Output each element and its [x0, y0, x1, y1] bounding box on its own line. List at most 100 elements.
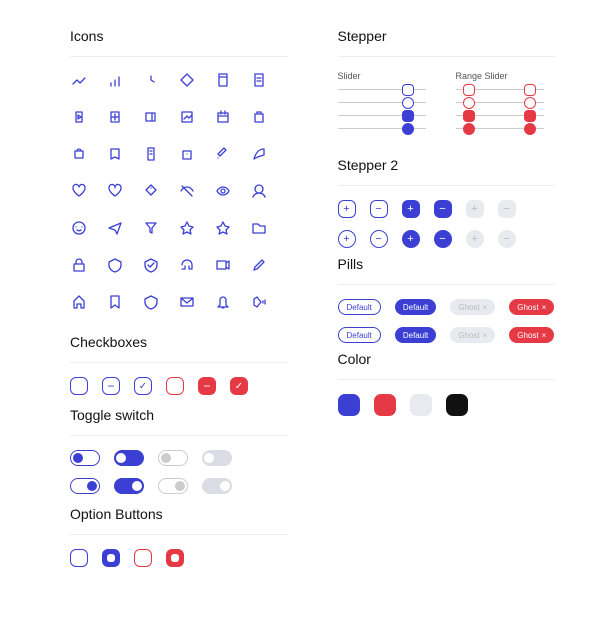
leaf-icon	[250, 145, 272, 168]
icon-grid	[70, 71, 288, 316]
star-outline-icon	[214, 219, 236, 242]
home-icon	[70, 293, 92, 316]
swatch-blue[interactable]	[338, 394, 360, 416]
slider-group: Slider Range Slider	[338, 71, 556, 141]
range-fill-red[interactable]	[456, 115, 544, 116]
note-icon	[250, 71, 272, 94]
pills-title: Pills	[338, 256, 556, 272]
pill-ghost-red[interactable]: Ghost×	[509, 299, 554, 315]
step-minus-disabled-round: −	[498, 230, 516, 248]
step-minus-fill-round[interactable]: −	[434, 230, 452, 248]
stepper-row-2: + − + − + −	[338, 230, 556, 248]
send-icon	[106, 219, 128, 242]
checkbox-row	[70, 377, 288, 395]
toggle-disabled-off[interactable]	[158, 450, 188, 466]
step-minus-fill[interactable]: −	[434, 200, 452, 218]
slider-outline-blue[interactable]	[338, 89, 426, 90]
step-plus-disabled-round: +	[466, 230, 484, 248]
mail-icon	[178, 293, 200, 316]
pill-ghost-disabled-2[interactable]: Ghost×	[450, 327, 495, 343]
play-icon	[70, 108, 92, 131]
pill-fill-2[interactable]: Default	[395, 327, 436, 343]
lock-icon	[70, 256, 92, 279]
checkbox-empty[interactable]	[70, 377, 88, 395]
trash-icon	[106, 145, 128, 168]
favorite-icon	[106, 182, 128, 205]
pill-ghost-disabled[interactable]: Ghost×	[450, 299, 495, 315]
toggle-ghost-on[interactable]	[202, 478, 232, 494]
step-minus-disabled: −	[498, 200, 516, 218]
wallet-icon	[142, 108, 164, 131]
slider-outline-blue-2[interactable]	[338, 102, 426, 103]
folder-icon	[250, 219, 272, 242]
image-icon	[178, 108, 200, 131]
swatch-black[interactable]	[446, 394, 468, 416]
diamond-icon	[142, 182, 164, 205]
checkbox-error[interactable]	[166, 377, 184, 395]
divider	[70, 362, 288, 363]
range-slider-label: Range Slider	[456, 71, 544, 81]
step-minus-outline-round[interactable]: −	[370, 230, 388, 248]
checkbox-error-checked[interactable]	[230, 377, 248, 395]
stepper-row-1: + − + − + −	[338, 200, 556, 218]
toggle-fill-on[interactable]	[114, 478, 144, 494]
step-minus-outline[interactable]: −	[370, 200, 388, 218]
checkbox-error-indeterminate[interactable]	[198, 377, 216, 395]
headphones-icon	[178, 256, 200, 279]
color-title: Color	[338, 351, 556, 367]
plus-square-icon	[106, 108, 128, 131]
user-icon	[250, 182, 272, 205]
slider-label: Slider	[338, 71, 426, 81]
calendar-icon	[214, 108, 236, 131]
option-unchecked[interactable]	[70, 549, 88, 567]
checkbox-checked[interactable]	[134, 377, 152, 395]
option-title: Option Buttons	[70, 506, 288, 522]
divider	[338, 56, 556, 57]
range-outline-red[interactable]	[456, 89, 544, 90]
bag-plus-icon	[178, 145, 200, 168]
document-icon	[214, 71, 236, 94]
divider	[338, 185, 556, 186]
shield-outline-icon	[142, 293, 164, 316]
edit-icon	[250, 256, 272, 279]
chart-bar-icon	[106, 71, 128, 94]
step-plus-outline-round[interactable]: +	[338, 230, 356, 248]
swatch-red[interactable]	[374, 394, 396, 416]
toggle-outline-on[interactable]	[70, 478, 100, 494]
icons-title: Icons	[70, 28, 288, 44]
bag-icon	[250, 108, 272, 131]
option-checked[interactable]	[102, 549, 120, 567]
step-plus-fill-round[interactable]: +	[402, 230, 420, 248]
swatch-gray[interactable]	[410, 394, 432, 416]
toggle-disabled-on[interactable]	[158, 478, 188, 494]
toggle-row-1	[70, 450, 288, 466]
pill-outline-2[interactable]: Default	[338, 327, 381, 343]
heart-icon	[70, 182, 92, 205]
toggle-fill-off[interactable]	[114, 450, 144, 466]
left-column: Icons Checkboxes Toggle switch Option Bu…	[70, 28, 288, 606]
slider-fill-blue-2[interactable]	[338, 128, 426, 129]
toggle-outline-off[interactable]	[70, 450, 100, 466]
range-outline-red-2[interactable]	[456, 102, 544, 103]
divider	[338, 379, 556, 380]
step-plus-fill[interactable]: +	[402, 200, 420, 218]
toggle-ghost-off[interactable]	[202, 450, 232, 466]
pill-outline[interactable]: Default	[338, 299, 381, 315]
checkbox-indeterminate[interactable]	[102, 377, 120, 395]
right-column: Stepper Slider Range Slider Stepper 2 + …	[338, 28, 556, 606]
shield-icon	[106, 256, 128, 279]
stepper2-title: Stepper 2	[338, 157, 556, 173]
emoji-icon	[70, 219, 92, 242]
range-slider-col: Range Slider	[456, 71, 544, 141]
tag-icon	[214, 145, 236, 168]
step-plus-disabled: +	[466, 200, 484, 218]
slider-fill-blue[interactable]	[338, 115, 426, 116]
volume-icon	[250, 293, 272, 316]
range-fill-red-2[interactable]	[456, 128, 544, 129]
option-error-unchecked[interactable]	[134, 549, 152, 567]
toggle-row-2	[70, 478, 288, 494]
pill-fill[interactable]: Default	[395, 299, 436, 315]
option-error-checked[interactable]	[166, 549, 184, 567]
pill-ghost-red-2[interactable]: Ghost×	[509, 327, 554, 343]
step-plus-outline[interactable]: +	[338, 200, 356, 218]
